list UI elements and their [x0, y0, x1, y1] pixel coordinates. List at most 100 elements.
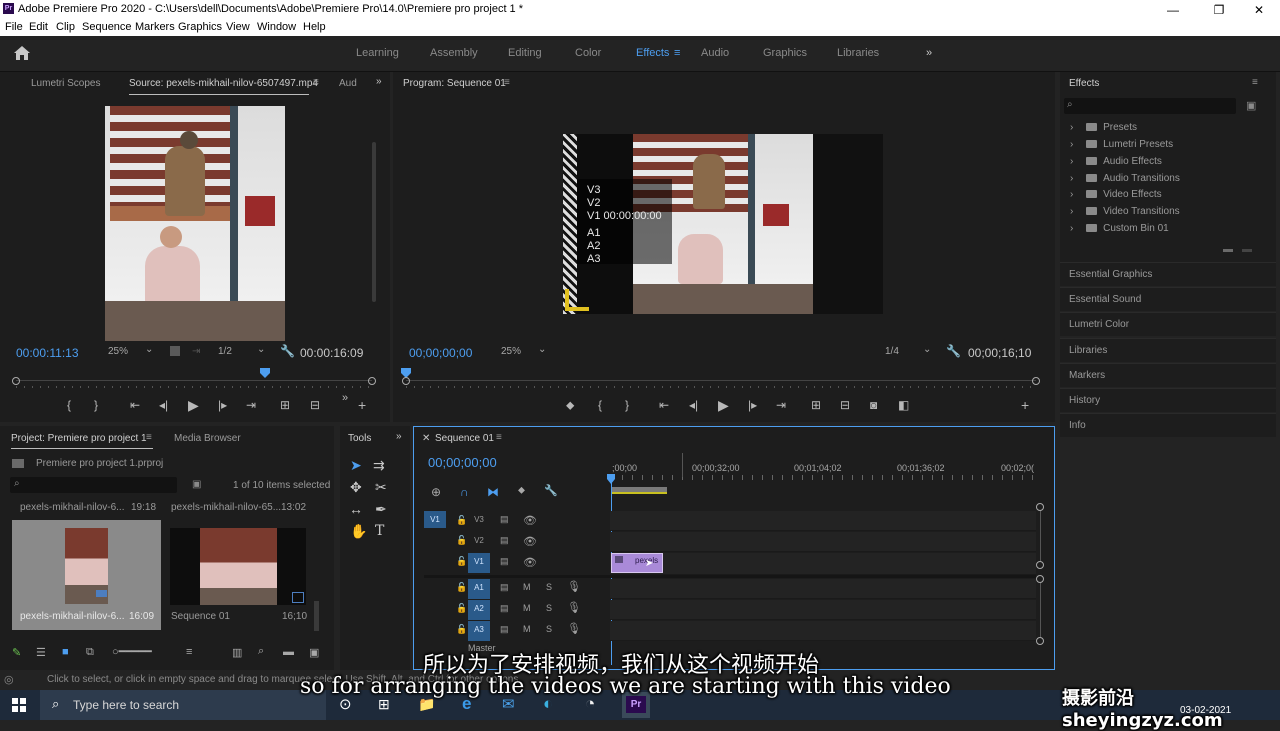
zoom-slider[interactable]: ○━━━━━ — [112, 645, 152, 658]
wrench-icon[interactable]: 🔧 — [946, 344, 961, 358]
microphone-icon[interactable]: 🎙 — [567, 580, 581, 593]
panel-overflow-icon[interactable]: » — [396, 431, 402, 442]
snap-magnet-icon[interactable]: ∩ — [460, 485, 469, 499]
track-a1-label[interactable]: A1 — [468, 579, 490, 599]
mute-button[interactable]: M — [523, 603, 531, 613]
add-button-icon[interactable]: + — [358, 397, 366, 413]
step-forward-button[interactable]: |▸ — [748, 398, 757, 412]
tab-sequence[interactable]: Sequence 01 — [435, 433, 494, 444]
eye-icon[interactable]: 👁 — [523, 514, 537, 527]
source-timecode[interactable]: 00:00:11:13 — [16, 346, 79, 360]
source-zoom-select[interactable]: 25% — [108, 346, 128, 357]
sync-lock-icon[interactable]: ▤ — [500, 624, 509, 635]
workspace-menu-icon[interactable]: ≡ — [674, 47, 680, 59]
new-bin-icon[interactable]: ▬ — [283, 646, 294, 658]
panel-libraries[interactable]: Libraries — [1060, 338, 1276, 362]
effects-folder-lumetri-presets[interactable]: › Lumetri Presets — [1070, 139, 1173, 150]
wrench-icon[interactable]: 🔧 — [280, 344, 295, 358]
effects-search-input[interactable]: ⌕ — [1064, 98, 1236, 114]
windows-start-icon[interactable] — [12, 698, 26, 712]
add-button-icon[interactable]: + — [1021, 397, 1029, 413]
menu-markers[interactable]: Markers — [135, 21, 175, 33]
timeline-panel-menu-icon[interactable]: ≡ — [496, 432, 502, 443]
track-a2-label[interactable]: A2 — [468, 600, 490, 620]
menu-sequence[interactable]: Sequence — [82, 21, 132, 33]
linked-selection-icon[interactable]: ⧓ — [487, 485, 499, 499]
step-forward-button[interactable]: |▸ — [218, 398, 227, 412]
panel-essential-sound[interactable]: Essential Sound — [1060, 287, 1276, 311]
sync-lock-icon[interactable]: ▤ — [500, 556, 509, 567]
nest-icon[interactable]: ⊕ — [431, 485, 441, 499]
new-custom-bin-icon[interactable]: ▣ — [1246, 99, 1256, 112]
sync-lock-icon[interactable]: ▤ — [500, 603, 509, 614]
hand-tool-icon[interactable]: ✋ — [350, 523, 367, 540]
workspace-overflow-icon[interactable]: » — [926, 47, 932, 59]
go-to-in-button[interactable]: ⇤ — [130, 398, 140, 412]
add-marker-button[interactable]: ⬥ — [566, 398, 574, 413]
panel-history[interactable]: History — [1060, 388, 1276, 412]
effects-folder-presets[interactable]: › Presets — [1070, 122, 1137, 133]
minimize-button[interactable]: — — [1150, 0, 1196, 20]
timeline-ruler[interactable]: ;00;00 00;00;32;00 00;01;04;02 00;01;36;… — [612, 449, 1036, 499]
overwrite-button[interactable]: ⊟ — [310, 398, 320, 412]
mark-out-button[interactable]: } — [94, 398, 98, 412]
safe-margins-icon[interactable] — [170, 346, 180, 356]
source-playhead[interactable] — [260, 368, 271, 378]
program-timecode[interactable]: 00;00;00;00 — [409, 346, 472, 360]
tab-project[interactable]: Project: Premiere pro project 1 — [11, 433, 147, 444]
program-panel-menu-icon[interactable]: ≡ — [504, 77, 510, 88]
bin-item-name[interactable]: pexels-mikhail-nilov-6... — [20, 502, 124, 513]
effects-folder-custom-bin[interactable]: › Custom Bin 01 — [1070, 223, 1169, 234]
timeline-playhead[interactable] — [607, 474, 615, 484]
sort-icon[interactable]: ≡ — [186, 646, 192, 658]
mute-button[interactable]: M — [523, 582, 531, 592]
effects-panel-menu-icon[interactable]: ≡ — [1252, 77, 1258, 88]
eye-icon[interactable]: 👁 — [523, 535, 537, 548]
workspace-assembly[interactable]: Assembly — [430, 47, 478, 59]
panel-lumetri-color[interactable]: Lumetri Color — [1060, 312, 1276, 336]
step-back-button[interactable]: ◂| — [159, 398, 168, 412]
source-resolution-select[interactable]: 1/2 — [218, 346, 232, 357]
panel-essential-graphics[interactable]: Essential Graphics — [1060, 262, 1276, 286]
slip-tool-icon[interactable]: ↔ — [349, 501, 363, 517]
close-icon[interactable]: ✕ — [422, 433, 430, 444]
workspace-learning[interactable]: Learning — [356, 47, 399, 59]
step-back-button[interactable]: ◂| — [689, 398, 698, 412]
effects-title[interactable]: Effects — [1069, 78, 1099, 89]
project-item-selected[interactable]: pexels-mikhail-nilov-6... 16:09 — [12, 520, 161, 630]
eye-icon[interactable]: 👁 — [523, 556, 537, 569]
track-v2-label[interactable]: V2 — [468, 532, 490, 549]
tab-audio-clip[interactable]: Aud — [339, 78, 357, 89]
menu-graphics[interactable]: Graphics — [178, 21, 222, 33]
workspace-editing[interactable]: Editing — [508, 47, 542, 59]
icon-view-icon[interactable]: ■ — [62, 646, 69, 658]
menu-file[interactable]: File — [5, 21, 23, 33]
workspace-effects[interactable]: Effects — [636, 47, 669, 59]
effects-folder-audio-effects[interactable]: › Audio Effects — [1070, 156, 1162, 167]
taskbar-search-input[interactable]: ⌕ Type here to search — [40, 690, 326, 720]
sync-lock-icon[interactable]: ▤ — [500, 582, 509, 593]
find-icon[interactable]: ⌕ — [258, 645, 264, 658]
menu-window[interactable]: Window — [257, 21, 296, 33]
extract-button[interactable]: ⊟ — [840, 398, 850, 412]
lock-icon[interactable]: 🔓 — [456, 624, 467, 635]
play-button[interactable]: ▶ — [718, 397, 729, 414]
workspace-color[interactable]: Color — [575, 47, 601, 59]
source-scrub-bar[interactable] — [12, 368, 376, 386]
solo-button[interactable]: S — [546, 624, 552, 634]
project-item-sequence[interactable] — [170, 528, 306, 605]
menu-clip[interactable]: Clip — [56, 21, 75, 33]
mute-button[interactable]: M — [523, 624, 531, 634]
menu-help[interactable]: Help — [303, 21, 326, 33]
tab-media-browser[interactable]: Media Browser — [174, 433, 241, 444]
program-scrub-bar[interactable] — [401, 368, 1040, 386]
effects-folder-video-effects[interactable]: › Video Effects — [1070, 189, 1162, 200]
wrench-icon[interactable]: 🔧 — [544, 484, 558, 497]
microphone-icon[interactable]: 🎙 — [567, 601, 581, 614]
tab-source[interactable]: Source: pexels-mikhail-nilov-6507497.mp4 — [129, 78, 318, 89]
more-controls-icon[interactable]: » — [342, 392, 348, 404]
new-item-icon[interactable]: ▣ — [309, 646, 319, 659]
track-v3-label[interactable]: V3 — [468, 511, 490, 528]
panel-overflow-icon[interactable]: » — [376, 76, 382, 87]
track-select-tool-icon[interactable]: ⇉ — [373, 457, 385, 474]
